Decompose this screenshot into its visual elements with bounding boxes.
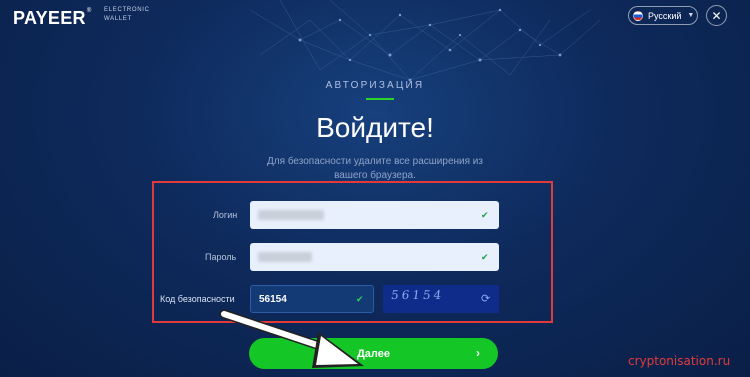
logo-text: PAYEER xyxy=(13,8,86,28)
registered-mark: ® xyxy=(86,8,92,14)
security-code-value: 56154 xyxy=(259,294,287,305)
close-icon: ✕ xyxy=(711,8,722,23)
tagline-line-2: WALLET xyxy=(104,16,132,22)
tagline-line-1: ELECTRONIC xyxy=(104,7,150,13)
captcha-image: 56154 ⟳ xyxy=(383,285,499,313)
login-check-icon: ✔ xyxy=(481,210,489,220)
language-selector[interactable]: Русский ▼ xyxy=(628,6,698,25)
obscured-password-value xyxy=(258,252,312,262)
obscured-login-value xyxy=(258,210,324,220)
russia-flag-icon xyxy=(633,10,643,21)
login-input[interactable]: ✔ xyxy=(250,201,499,229)
login-label: Логин xyxy=(213,210,238,220)
language-label: Русский xyxy=(648,10,682,21)
section-title: АВТОРИЗАЦИЯ xyxy=(325,80,425,91)
security-code-check-icon: ✔ xyxy=(356,294,364,304)
chevron-down-icon: ▼ xyxy=(687,12,695,19)
security-code-label: Код безопасности xyxy=(160,294,235,304)
pointer-arrow-annotation xyxy=(219,309,364,368)
security-notice: Для безопасности удалите все расширения … xyxy=(267,156,483,181)
payeer-logo[interactable]: PAYEER® xyxy=(13,8,92,29)
logo-tagline: ELECTRONIC WALLET xyxy=(104,6,150,24)
captcha-text: 56154 xyxy=(390,288,446,302)
arrow-right-icon: › xyxy=(476,346,480,360)
close-button[interactable]: ✕ xyxy=(706,5,727,26)
page-headline: Войдите! xyxy=(316,112,434,143)
title-underline xyxy=(366,98,394,100)
password-input[interactable]: ✔ xyxy=(250,243,499,271)
password-label: Пароль xyxy=(205,252,237,262)
password-check-icon: ✔ xyxy=(481,252,489,262)
watermark-text: cryptonisation.ru xyxy=(628,354,731,368)
refresh-icon[interactable]: ⟳ xyxy=(481,292,490,305)
